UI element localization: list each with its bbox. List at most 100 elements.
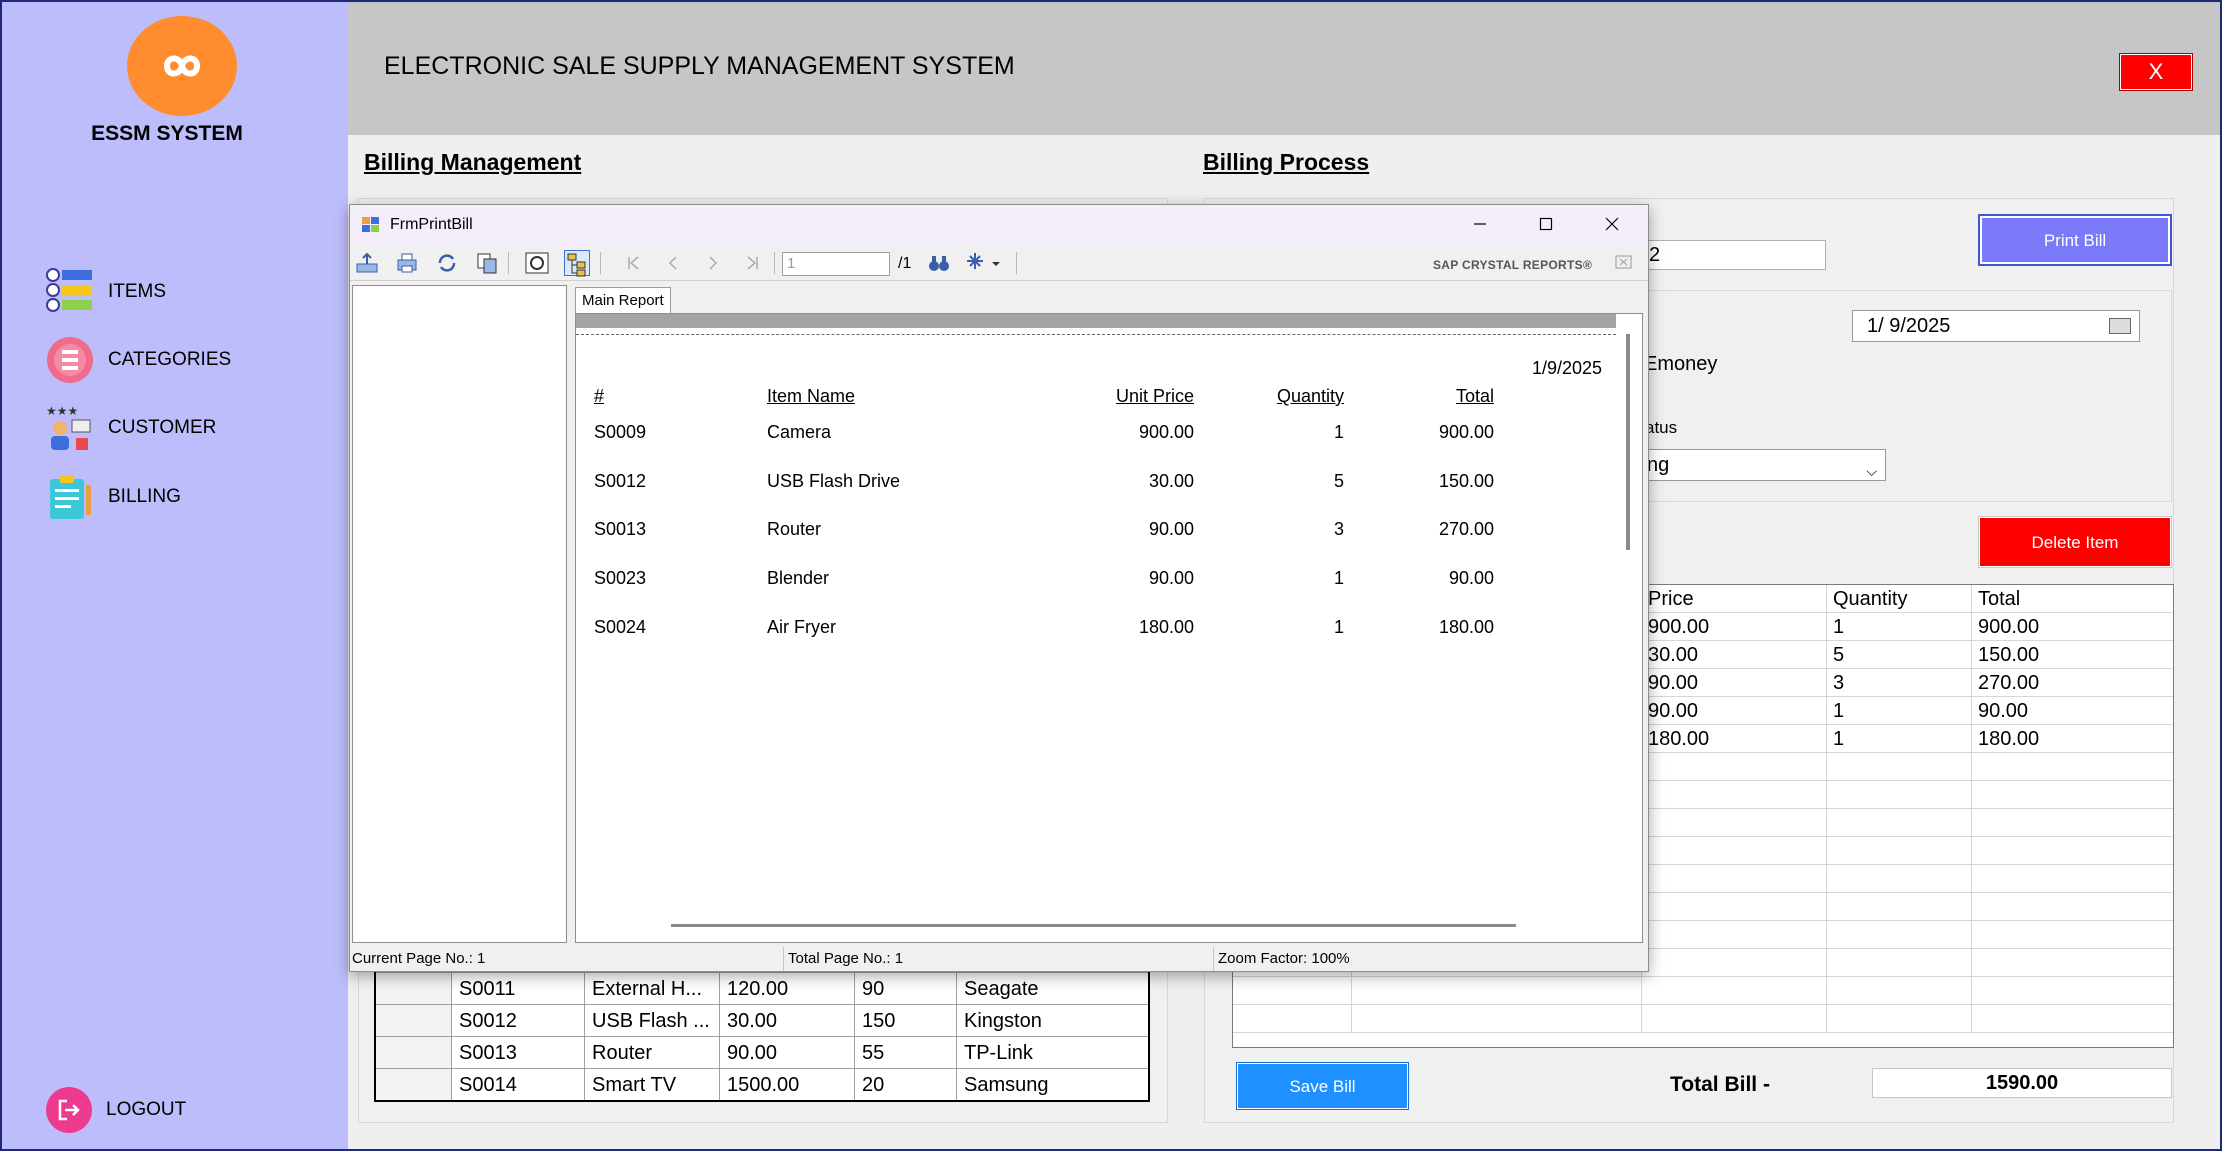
copy-button[interactable] — [474, 250, 500, 276]
save-bill-button[interactable]: Save Bill — [1237, 1063, 1408, 1109]
sap-close-button[interactable] — [1615, 254, 1633, 272]
first-page-icon — [628, 256, 639, 270]
toggle-group-tree-button[interactable] — [564, 250, 590, 277]
report-header-id: # — [594, 386, 605, 406]
status-label: atus — [1645, 418, 1678, 437]
date-value: 1/ 9/2025 — [1867, 315, 1951, 337]
minimize-icon — [1474, 223, 1486, 225]
last-page-icon — [747, 256, 758, 270]
tab-main-report[interactable]: Main Report — [575, 287, 671, 313]
list-icon — [46, 268, 94, 316]
report-cell: 1 — [1333, 568, 1344, 588]
billing-icon — [46, 473, 94, 521]
minimize-button[interactable] — [1447, 205, 1513, 245]
sidebar-item-billing[interactable]: BILLING — [46, 472, 181, 522]
logo — [127, 16, 237, 116]
sidebar: ESSM SYSTEM ITEMS CATEGORIES ★★★ CUSTOME… — [0, 0, 348, 1151]
report-cell: 150.00 — [1438, 471, 1494, 491]
status-select[interactable]: ng ⌵ — [1640, 449, 1886, 481]
sidebar-item-categories[interactable]: CATEGORIES — [46, 335, 231, 385]
report-header-quantity: Quantity — [1276, 386, 1344, 406]
binoculars-icon — [929, 256, 949, 271]
radio-emoney[interactable]: Emoney — [1626, 353, 1718, 376]
sidebar-item-label: CATEGORIES — [108, 349, 232, 370]
maximize-icon — [1539, 217, 1553, 231]
printer-icon — [397, 253, 417, 273]
report-cell: 1 — [1333, 422, 1344, 442]
table-row[interactable]: S0012 USB Flash ... 30.00 150 Kingston — [376, 1004, 1148, 1036]
total-bill-label: Total Bill - — [1670, 1073, 1770, 1096]
zoom-button[interactable] — [966, 250, 1006, 276]
previous-page-button[interactable] — [660, 250, 686, 276]
report-header-total: Total — [1455, 386, 1494, 406]
horizontal-scrollbar[interactable] — [671, 924, 1516, 927]
report-date: 1/9/2025 — [1532, 358, 1603, 378]
print-bill-button[interactable]: Print Bill — [1978, 214, 2172, 266]
grid-header-price: Price — [1641, 585, 1826, 613]
logout-button[interactable]: LOGOUT — [46, 1087, 186, 1133]
customer-field[interactable]: 2 — [1640, 240, 1826, 270]
table-row[interactable]: S0014 Smart TV 1500.00 20 Samsung — [376, 1068, 1148, 1100]
parameter-icon — [525, 252, 549, 274]
bill-date-picker[interactable]: 1/ 9/2025 — [1852, 310, 2140, 342]
page-number-input[interactable]: 1 — [782, 252, 890, 276]
report-cell: 90.00 — [1148, 568, 1194, 588]
dialog-status-bar: Current Page No.: 1 Total Page No.: 1 Zo… — [350, 947, 1648, 971]
dialog-title: FrmPrintBill — [390, 216, 473, 233]
report-header-item-name: Item Name — [767, 386, 856, 406]
logo-text: ESSM SYSTEM — [91, 122, 243, 145]
report-cell: 30.00 — [1148, 471, 1194, 491]
report-cell: 900.00 — [1438, 422, 1494, 442]
page-total: /1 — [898, 255, 912, 272]
dialog-titlebar[interactable]: FrmPrintBill — [350, 205, 1648, 245]
refresh-button[interactable] — [434, 250, 460, 276]
sidebar-item-customer[interactable]: ★★★ CUSTOMER — [46, 403, 216, 453]
page-title: ELECTRONIC SALE SUPPLY MANAGEMENT SYSTEM — [384, 52, 1015, 80]
first-page-button[interactable] — [620, 250, 646, 276]
report-cell: 180.00 — [1138, 617, 1194, 637]
export-icon — [356, 252, 378, 273]
total-bill-value: 1590.00 — [1872, 1068, 2172, 1098]
report-cell: Air Fryer — [767, 617, 836, 637]
sidebar-item-label: ITEMS — [108, 281, 167, 302]
delete-item-button[interactable]: Delete Item — [1979, 517, 2171, 567]
report-viewer[interactable]: 1/9/2025 # Item Name Unit Price Quantity… — [575, 313, 1643, 943]
header: ELECTRONIC SALE SUPPLY MANAGEMENT SYSTEM… — [348, 0, 2222, 135]
report-cell: 900.00 — [1138, 422, 1194, 442]
maximize-button[interactable] — [1513, 205, 1579, 245]
report-cell: S0013 — [594, 519, 647, 539]
next-page-button[interactable] — [700, 250, 726, 276]
report-header-unit-price: Unit Price — [1115, 386, 1194, 406]
vertical-scrollbar[interactable] — [1626, 334, 1630, 550]
customer-icon: ★★★ — [46, 404, 94, 452]
zoom-icon — [967, 253, 1000, 269]
refresh-icon — [438, 254, 456, 272]
last-page-button[interactable] — [740, 250, 766, 276]
svg-text:★★★: ★★★ — [46, 404, 78, 418]
print-bill-dialog: FrmPrintBill 1 /1 SAP CRYSTAL REPORTS® M… — [349, 204, 1649, 972]
find-button[interactable] — [926, 250, 952, 276]
report-cell: 270.00 — [1438, 519, 1494, 539]
toggle-parameter-button[interactable] — [524, 250, 550, 276]
calendar-icon[interactable] — [2109, 318, 2131, 334]
sidebar-item-items[interactable]: ITEMS — [46, 267, 166, 317]
print-button[interactable] — [394, 250, 420, 276]
close-app-button[interactable]: X — [2120, 54, 2192, 90]
report-cell: 90.00 — [1148, 519, 1194, 539]
close-dialog-button[interactable] — [1579, 205, 1645, 245]
table-row[interactable] — [1233, 977, 2173, 1005]
report-cell: 180.00 — [1438, 617, 1494, 637]
radio-emoney-label: Emoney — [1644, 353, 1718, 375]
export-button[interactable] — [354, 250, 380, 276]
table-row[interactable]: S0011 External H... 120.00 90 Seagate — [376, 972, 1148, 1004]
grid-header-total: Total — [1971, 585, 2157, 613]
close-icon — [1615, 255, 1632, 269]
group-tree-pane[interactable] — [352, 285, 567, 943]
report-cell: Router — [767, 519, 822, 539]
sap-brand: SAP CRYSTAL REPORTS® — [1433, 258, 1593, 272]
logout-icon — [46, 1087, 92, 1133]
items-grid[interactable]: S0011 External H... 120.00 90 Seagate S0… — [374, 972, 1150, 1102]
logout-label: LOGOUT — [106, 1099, 187, 1120]
table-row[interactable]: S0013 Router 90.00 55 TP-Link — [376, 1036, 1148, 1068]
table-row[interactable] — [1233, 1005, 2173, 1033]
